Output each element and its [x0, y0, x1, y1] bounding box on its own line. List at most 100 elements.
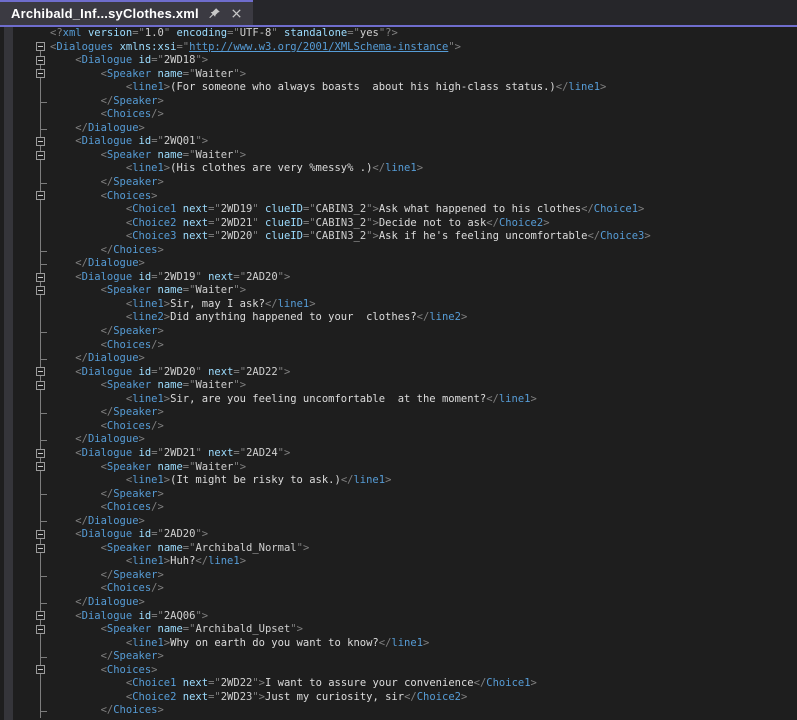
code-text[interactable]: <Choice3 next="2WD20" clueID="CABIN3_2">…	[50, 230, 651, 244]
code-line[interactable]: <Choice1 next="2WD19" clueID="CABIN3_2">…	[0, 203, 797, 217]
code-text[interactable]: <line1>(For someone who always boasts ab…	[50, 81, 606, 95]
code-text[interactable]: </Speaker>	[50, 325, 164, 339]
close-icon[interactable]	[230, 7, 243, 20]
tab-archibald-xml[interactable]: Archibald_Inf...syClothes.xml	[0, 0, 253, 25]
code-line[interactable]: <Speaker name="Archibald_Upset">	[0, 623, 797, 637]
code-text[interactable]: </Dialogue>	[50, 433, 145, 447]
code-text[interactable]: </Dialogue>	[50, 352, 145, 366]
code-line[interactable]: <Choices/>	[0, 420, 797, 434]
code-text[interactable]: <Dialogue id="2WD19" next="2AD20">	[50, 271, 290, 285]
code-line[interactable]: <Choices/>	[0, 108, 797, 122]
code-line[interactable]: <Dialogue id="2WD19" next="2AD20">	[0, 271, 797, 285]
code-text[interactable]: </Choices>	[50, 704, 164, 718]
code-line[interactable]: <Dialogue id="2WD20" next="2AD22">	[0, 366, 797, 380]
fold-collapse-box[interactable]	[36, 462, 45, 471]
code-text[interactable]: <Speaker name="Waiter">	[50, 68, 246, 82]
code-text[interactable]: <Dialogue id="2WD20" next="2AD22">	[50, 366, 290, 380]
code-line[interactable]: </Choices>	[0, 704, 797, 718]
fold-collapse-box[interactable]	[36, 544, 45, 553]
code-area[interactable]: <?xml version="1.0" encoding="UTF-8" sta…	[0, 27, 797, 718]
code-text[interactable]: <Speaker name="Waiter">	[50, 461, 246, 475]
code-text[interactable]: </Choices>	[50, 244, 164, 258]
code-text[interactable]: <Choices>	[50, 664, 158, 678]
code-text[interactable]: <Choices/>	[50, 420, 164, 434]
code-line[interactable]: <line1>Sir, may I ask?</line1>	[0, 298, 797, 312]
code-text[interactable]: <?xml version="1.0" encoding="UTF-8" sta…	[50, 27, 398, 41]
code-line[interactable]: </Dialogue>	[0, 352, 797, 366]
xml-editor[interactable]: <?xml version="1.0" encoding="UTF-8" sta…	[0, 27, 797, 720]
fold-collapse-box[interactable]	[36, 42, 45, 51]
code-text[interactable]: </Dialogue>	[50, 596, 145, 610]
code-line[interactable]: </Speaker>	[0, 176, 797, 190]
code-line[interactable]: </Speaker>	[0, 569, 797, 583]
code-line[interactable]: </Dialogue>	[0, 515, 797, 529]
code-line[interactable]: </Dialogue>	[0, 433, 797, 447]
pin-icon[interactable]	[208, 7, 221, 20]
code-line[interactable]: <line1>Why on earth do you want to know?…	[0, 637, 797, 651]
code-text[interactable]: </Speaker>	[50, 95, 164, 109]
code-text[interactable]: <Choice2 next="2WD23">Just my curiosity,…	[50, 691, 467, 705]
code-text[interactable]: <line2>Did anything happened to your clo…	[50, 311, 467, 325]
code-text[interactable]: </Speaker>	[50, 176, 164, 190]
code-line[interactable]: </Dialogue>	[0, 257, 797, 271]
code-text[interactable]: <Choice1 next="2WD19" clueID="CABIN3_2">…	[50, 203, 644, 217]
code-line[interactable]: <line1>(It might be risky to ask.)</line…	[0, 474, 797, 488]
code-text[interactable]: <Speaker name="Waiter">	[50, 379, 246, 393]
fold-collapse-box[interactable]	[36, 191, 45, 200]
code-text[interactable]: <Choices/>	[50, 582, 164, 596]
fold-collapse-box[interactable]	[36, 273, 45, 282]
code-line[interactable]: <Choice1 next="2WD22">I want to assure y…	[0, 677, 797, 691]
code-text[interactable]: <Dialogue id="2WD18">	[50, 54, 208, 68]
code-line[interactable]: <line1>(For someone who always boasts ab…	[0, 81, 797, 95]
code-line[interactable]: <Choices/>	[0, 582, 797, 596]
code-line[interactable]: <Speaker name="Waiter">	[0, 68, 797, 82]
code-text[interactable]: <Dialogue id="2WQ01">	[50, 135, 208, 149]
code-line[interactable]: <Speaker name="Waiter">	[0, 149, 797, 163]
code-line[interactable]: <Dialogue id="2AQ06">	[0, 610, 797, 624]
code-line[interactable]: <Choices/>	[0, 501, 797, 515]
code-text[interactable]: <Dialogues xmlns:xsi="http://www.w3.org/…	[50, 41, 461, 55]
code-text[interactable]: <Choices/>	[50, 339, 164, 353]
code-line[interactable]: </Dialogue>	[0, 596, 797, 610]
code-line[interactable]: </Speaker>	[0, 325, 797, 339]
code-text[interactable]: <Dialogue id="2AD20">	[50, 528, 208, 542]
code-text[interactable]: </Speaker>	[50, 650, 164, 664]
code-text[interactable]: <Dialogue id="2WD21" next="2AD24">	[50, 447, 290, 461]
code-text[interactable]: </Dialogue>	[50, 515, 145, 529]
code-text[interactable]: <line1>Huh?</line1>	[50, 555, 246, 569]
code-text[interactable]: </Dialogue>	[50, 257, 145, 271]
code-text[interactable]: <line1>Why on earth do you want to know?…	[50, 637, 429, 651]
code-line[interactable]: <Speaker name="Archibald_Normal">	[0, 542, 797, 556]
code-text[interactable]: <Choice2 next="2WD21" clueID="CABIN3_2">…	[50, 217, 550, 231]
code-line[interactable]: <Choices>	[0, 664, 797, 678]
code-text[interactable]: <line1>Sir, are you feeling uncomfortabl…	[50, 393, 537, 407]
code-text[interactable]: <Speaker name="Archibald_Upset">	[50, 623, 303, 637]
code-line[interactable]: <Speaker name="Waiter">	[0, 461, 797, 475]
code-line[interactable]: <Choice3 next="2WD20" clueID="CABIN3_2">…	[0, 230, 797, 244]
code-text[interactable]: </Speaker>	[50, 406, 164, 420]
fold-collapse-box[interactable]	[36, 665, 45, 674]
code-text[interactable]: <Speaker name="Waiter">	[50, 284, 246, 298]
fold-collapse-box[interactable]	[36, 611, 45, 620]
fold-collapse-box[interactable]	[36, 286, 45, 295]
code-text[interactable]: </Speaker>	[50, 569, 164, 583]
code-line[interactable]: <Choice2 next="2WD23">Just my curiosity,…	[0, 691, 797, 705]
code-line[interactable]: </Speaker>	[0, 406, 797, 420]
fold-collapse-box[interactable]	[36, 137, 45, 146]
code-line[interactable]: <line1>(His clothes are very %messy% .)<…	[0, 162, 797, 176]
fold-collapse-box[interactable]	[36, 625, 45, 634]
code-line[interactable]: <Dialogue id="2AD20">	[0, 528, 797, 542]
fold-collapse-box[interactable]	[36, 151, 45, 160]
code-line[interactable]: <Dialogues xmlns:xsi="http://www.w3.org/…	[0, 41, 797, 55]
fold-collapse-box[interactable]	[36, 381, 45, 390]
code-line[interactable]: <Speaker name="Waiter">	[0, 379, 797, 393]
code-line[interactable]: <Dialogue id="2WD21" next="2AD24">	[0, 447, 797, 461]
code-line[interactable]: <?xml version="1.0" encoding="UTF-8" sta…	[0, 27, 797, 41]
code-line[interactable]: <line1>Sir, are you feeling uncomfortabl…	[0, 393, 797, 407]
code-line[interactable]: <Speaker name="Waiter">	[0, 284, 797, 298]
fold-collapse-box[interactable]	[36, 56, 45, 65]
code-line[interactable]: <line1>Huh?</line1>	[0, 555, 797, 569]
code-line[interactable]: </Dialogue>	[0, 122, 797, 136]
code-line[interactable]: </Speaker>	[0, 650, 797, 664]
code-line[interactable]: <Dialogue id="2WD18">	[0, 54, 797, 68]
